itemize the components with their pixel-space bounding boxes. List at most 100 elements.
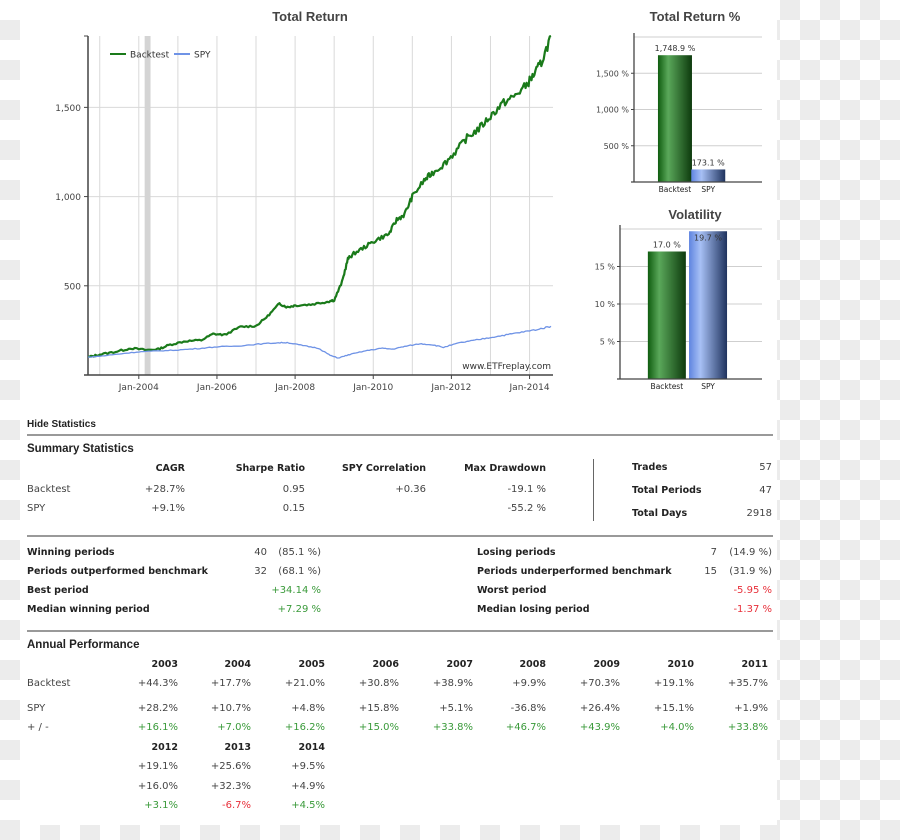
x-tick-label: Jan-2012 bbox=[430, 383, 471, 393]
total-days-value: 2918 bbox=[746, 508, 772, 519]
annual-year-header: 2004 bbox=[224, 659, 251, 670]
x-tick-label: SPY bbox=[701, 185, 715, 194]
col-cagr: CAGR bbox=[155, 463, 185, 474]
col-max-drawdown: Max Drawdown bbox=[464, 463, 546, 474]
volatility-title: Volatility bbox=[668, 207, 722, 222]
annual-diff-value: +15.0% bbox=[358, 722, 399, 733]
y-tick-label: 500 % bbox=[604, 142, 630, 151]
period-count: 15 bbox=[704, 566, 717, 577]
data-label: 173.1 % bbox=[692, 158, 725, 167]
annual-spy-value: +28.2% bbox=[137, 703, 178, 714]
col-sharpe: Sharpe Ratio bbox=[235, 463, 305, 474]
annual-spy-value: +10.7% bbox=[210, 703, 251, 714]
annual-year-header: 2010 bbox=[667, 659, 694, 670]
annual-backtest-value: +21.0% bbox=[284, 678, 325, 689]
annual-diff-value: +43.9% bbox=[579, 722, 620, 733]
annual-backtest-value: +70.3% bbox=[579, 678, 620, 689]
period-count: 32 bbox=[254, 566, 267, 577]
annual-row-label: SPY bbox=[27, 703, 46, 714]
sharpe-value: 0.95 bbox=[282, 484, 305, 495]
cagr-value: +28.7% bbox=[144, 484, 185, 495]
period-label: Worst period bbox=[477, 585, 547, 596]
total-return-pct-chart: 500 % 1,000 % 1,500 % 1,748.9 % Backtest 173.… bbox=[596, 33, 762, 194]
period-percent: (14.9 %) bbox=[729, 547, 772, 558]
annual-diff-value: +33.8% bbox=[432, 722, 473, 733]
annual-spy-value: +32.3% bbox=[210, 781, 251, 792]
total-return-pct-title: Total Return % bbox=[649, 9, 741, 24]
annual-diff-value: +16.1% bbox=[137, 722, 178, 733]
annual-backtest-value: +38.9% bbox=[432, 678, 473, 689]
annual-backtest-value: +25.6% bbox=[210, 761, 251, 772]
divider bbox=[27, 630, 773, 632]
y-tick-label: 15 % bbox=[595, 263, 616, 272]
annual-diff-value: +33.8% bbox=[727, 722, 768, 733]
cagr-value: +9.1% bbox=[151, 503, 185, 514]
annual-backtest-value: +35.7% bbox=[727, 678, 768, 689]
total-return-chart: 500 1,000 1,500 Jan-2004 Jan-2006 Jan-2008 Jan… bbox=[55, 34, 553, 393]
period-value: +7.29 % bbox=[277, 604, 321, 615]
annual-spy-value: +1.9% bbox=[734, 703, 768, 714]
period-percent: (85.1 %) bbox=[278, 547, 321, 558]
x-tick-label: Backtest bbox=[651, 382, 684, 391]
legend-label: SPY bbox=[194, 51, 211, 61]
x-tick-label: Jan-2006 bbox=[196, 383, 237, 393]
total-periods-value: 47 bbox=[759, 485, 772, 496]
annual-backtest-value: +17.7% bbox=[210, 678, 251, 689]
period-percent: (68.1 %) bbox=[278, 566, 321, 577]
trades-label: Trades bbox=[632, 462, 668, 473]
annual-spy-value: +4.8% bbox=[291, 703, 325, 714]
annual-year-header: 2012 bbox=[151, 742, 178, 753]
annual-spy-value: -36.8% bbox=[510, 703, 546, 714]
period-label: Losing periods bbox=[477, 547, 556, 558]
data-label: 19.7 % bbox=[694, 233, 722, 242]
x-tick-label: Jan-2014 bbox=[509, 383, 550, 393]
y-tick-label: 1,500 bbox=[55, 104, 81, 114]
period-value: +34.14 % bbox=[271, 585, 321, 596]
annual-diff-value: +4.0% bbox=[660, 722, 694, 733]
annual-backtest-value: +9.5% bbox=[291, 761, 325, 772]
annual-spy-value: +4.9% bbox=[291, 781, 325, 792]
total-days-label: Total Days bbox=[632, 508, 688, 519]
annual-year-header: 2008 bbox=[519, 659, 546, 670]
bar-backtest bbox=[647, 251, 686, 379]
drawdown-value: -55.2 % bbox=[507, 503, 546, 514]
annual-year-header: 2014 bbox=[298, 742, 325, 753]
period-count: 7 bbox=[710, 547, 717, 558]
annual-backtest-value: +19.1% bbox=[137, 761, 178, 772]
annual-year-header: 2005 bbox=[298, 659, 325, 670]
period-label: Best period bbox=[27, 585, 89, 596]
annual-year-header: 2007 bbox=[446, 659, 473, 670]
correlation-value: +0.36 bbox=[395, 484, 426, 495]
x-tick-label: Jan-2004 bbox=[118, 383, 159, 393]
y-tick-label: 500 bbox=[64, 282, 81, 292]
trades-value: 57 bbox=[759, 462, 772, 473]
watermark: www.ETFreplay.com bbox=[462, 362, 551, 372]
y-tick-label: 5 % bbox=[600, 338, 616, 347]
row-label: Backtest bbox=[27, 484, 71, 495]
period-label: Median winning period bbox=[27, 604, 150, 615]
y-tick-label: 1,000 bbox=[55, 193, 81, 203]
annual-diff-value: +16.2% bbox=[284, 722, 325, 733]
annual-diff-value: +4.5% bbox=[291, 800, 325, 811]
period-label: Periods outperformed benchmark bbox=[27, 566, 208, 577]
annual-spy-value: +16.0% bbox=[137, 781, 178, 792]
row-label: SPY bbox=[27, 503, 46, 514]
annual-spy-value: +26.4% bbox=[579, 703, 620, 714]
hide-statistics-link[interactable]: Hide Statistics bbox=[27, 419, 96, 430]
period-label: Median losing period bbox=[477, 604, 590, 615]
bar-spy bbox=[691, 169, 726, 182]
sharpe-value: 0.15 bbox=[282, 503, 305, 514]
x-tick-label: Jan-2010 bbox=[352, 383, 393, 393]
annual-row-label: Backtest bbox=[27, 678, 71, 689]
annual-year-header: 2013 bbox=[224, 742, 251, 753]
period-value: -5.95 % bbox=[733, 585, 772, 596]
annual-spy-value: +5.1% bbox=[439, 703, 473, 714]
annual-diff-value: +7.0% bbox=[217, 722, 251, 733]
bar-backtest bbox=[657, 55, 692, 182]
data-label: 1,748.9 % bbox=[655, 44, 696, 53]
drawdown-value: -19.1 % bbox=[507, 484, 546, 495]
annual-backtest-value: +44.3% bbox=[137, 678, 178, 689]
legend-label: Backtest bbox=[130, 51, 170, 61]
x-tick-label: SPY bbox=[701, 382, 715, 391]
y-tick-label: 1,000 % bbox=[596, 106, 629, 115]
